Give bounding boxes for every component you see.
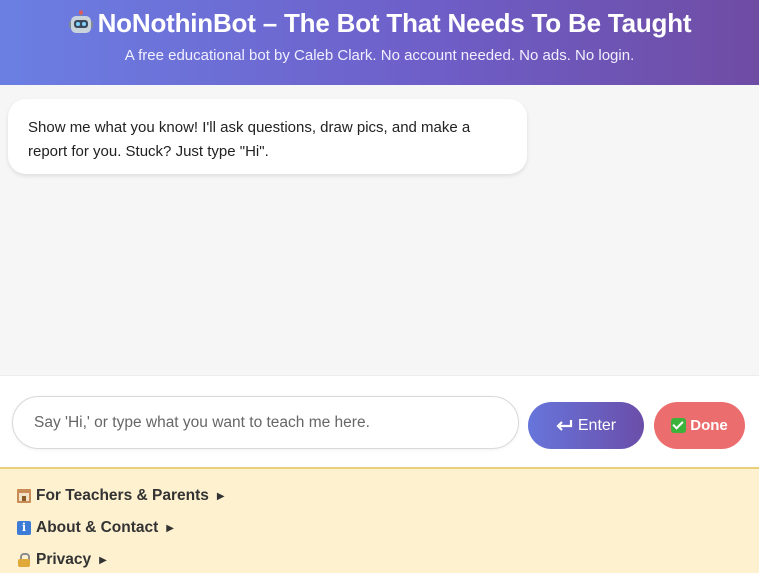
- teachers-parents-label: For Teachers & Parents: [36, 487, 209, 504]
- teachers-parents-link[interactable]: For Teachers & Parents ▶: [17, 487, 225, 505]
- message-input[interactable]: [12, 396, 519, 449]
- about-contact-link[interactable]: i About & Contact ▶: [17, 519, 174, 537]
- privacy-link[interactable]: Privacy ▶: [17, 551, 107, 569]
- page-subtitle: A free educational bot by Caleb Clark. N…: [124, 47, 635, 64]
- done-button-label: Done: [690, 417, 728, 434]
- return-arrow-icon: [556, 419, 572, 431]
- info-icon: i: [17, 521, 31, 535]
- bot-message-bubble: Show me what you know! I'll ask question…: [8, 99, 527, 174]
- lock-icon: [17, 553, 31, 567]
- check-mark-icon: [671, 418, 687, 433]
- input-bar: Enter Done: [0, 375, 759, 467]
- expand-arrow-icon: ▶: [99, 554, 107, 566]
- expand-arrow-icon: ▶: [166, 522, 174, 534]
- privacy-label: Privacy: [36, 551, 92, 568]
- footer: For Teachers & Parents ▶ i About & Conta…: [0, 467, 759, 573]
- enter-button[interactable]: Enter: [528, 402, 644, 449]
- school-icon: [17, 489, 31, 503]
- about-contact-label: About & Contact: [36, 519, 159, 536]
- page-title: NoNothinBot – The Bot That Needs To Be T…: [0, 8, 759, 39]
- app-header: NoNothinBot – The Bot That Needs To Be T…: [0, 0, 759, 85]
- done-button[interactable]: Done: [654, 402, 745, 449]
- expand-arrow-icon: ▶: [216, 490, 225, 502]
- title-text: NoNothinBot – The Bot That Needs To Be T…: [97, 8, 692, 38]
- robot-icon: [68, 10, 93, 33]
- chat-area: Show me what you know! I'll ask question…: [0, 85, 759, 375]
- enter-button-label: Enter: [577, 416, 617, 434]
